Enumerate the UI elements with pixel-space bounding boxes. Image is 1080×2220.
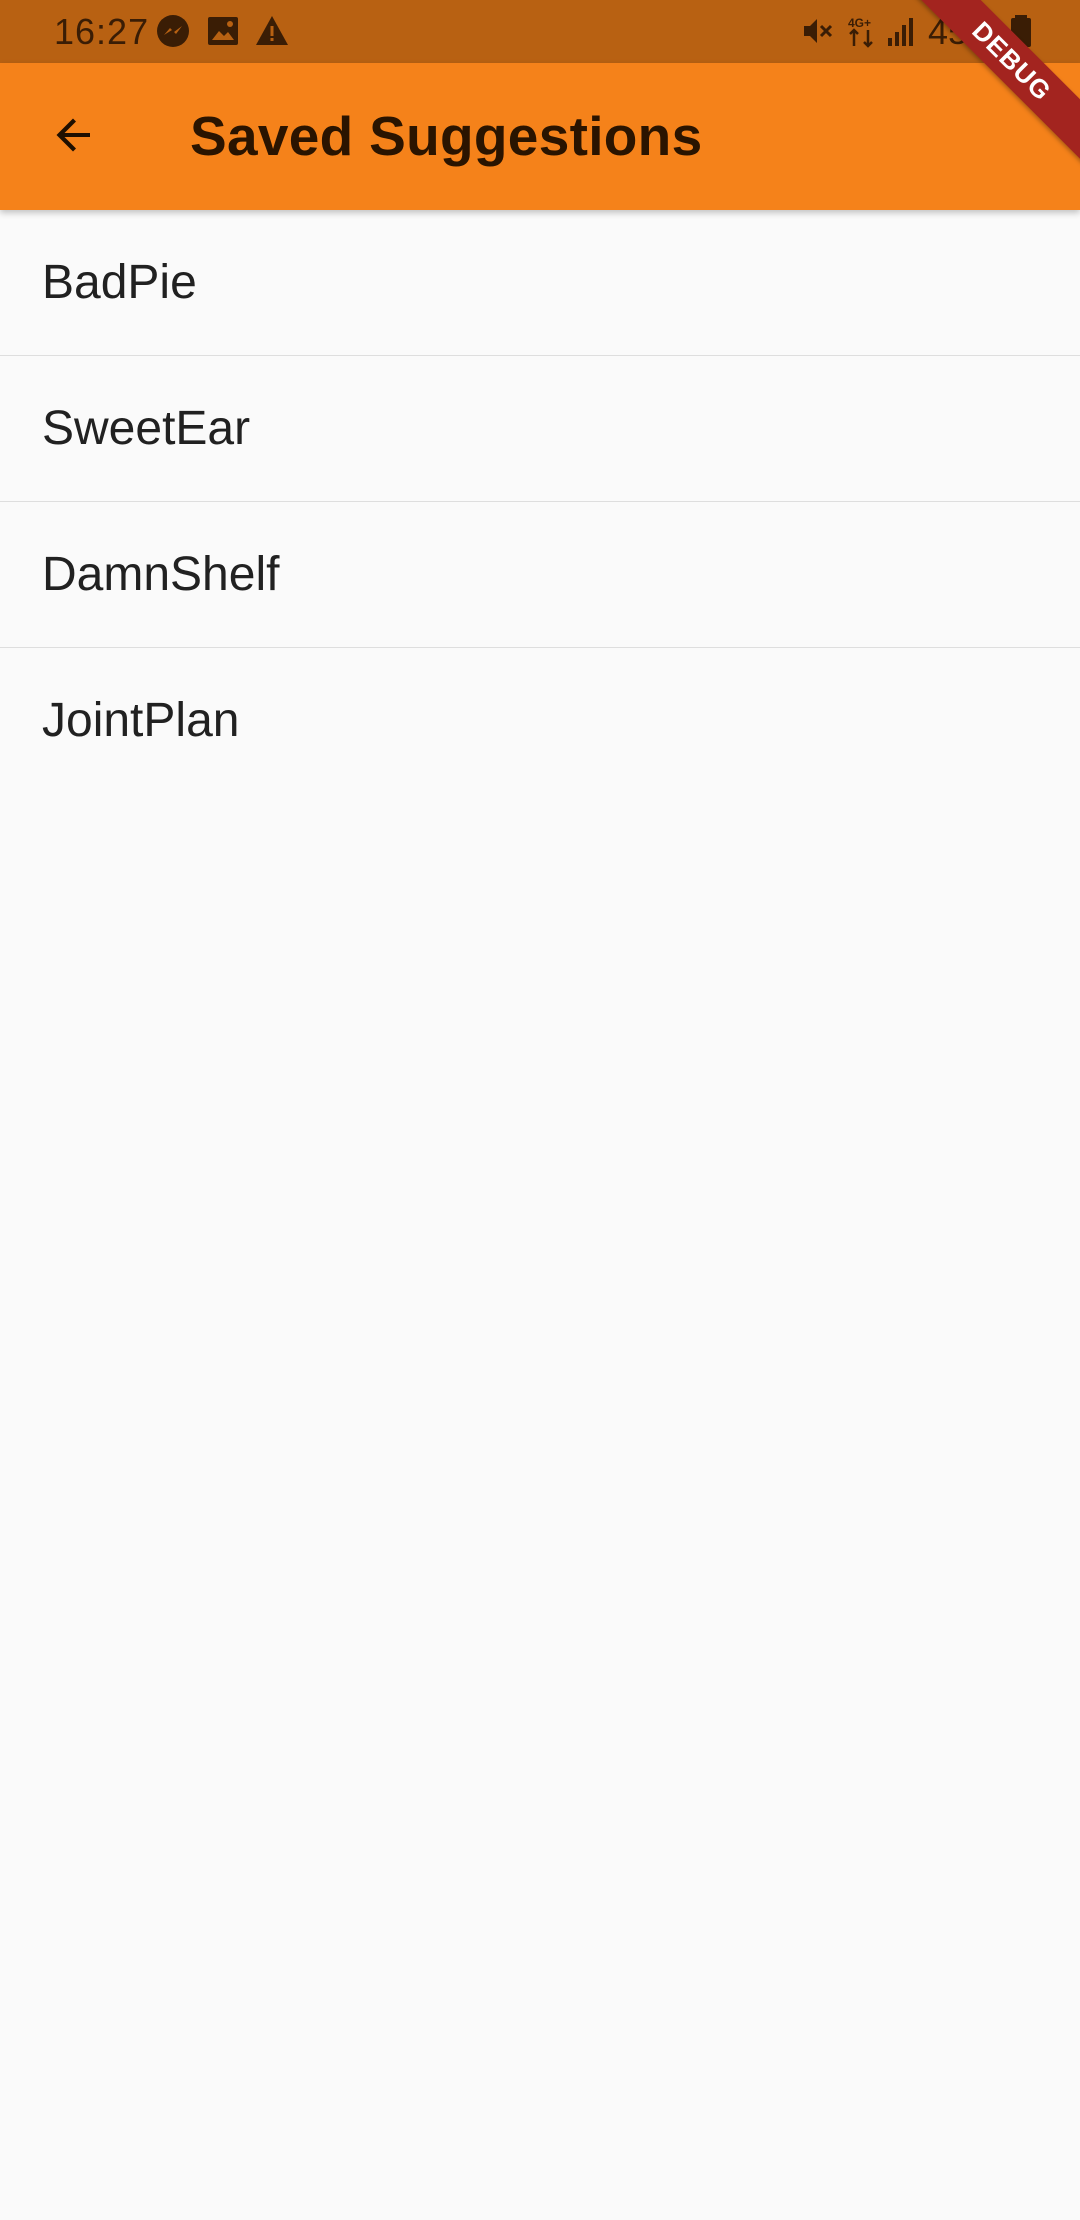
list-item-label: DamnShelf [42, 548, 280, 601]
svg-text:4G+: 4G+ [848, 16, 871, 30]
app-bar: Saved Suggestions [0, 63, 1080, 210]
warning-icon [255, 14, 289, 48]
back-button[interactable] [30, 93, 118, 181]
list-item-label: JointPlan [42, 694, 240, 747]
status-bar: 16:27 4G+ 45% [0, 0, 1080, 63]
app-screen: 16:27 4G+ 45% Saved Suggestions DEBUG Ba… [0, 0, 1080, 2220]
battery-icon [1004, 14, 1038, 48]
arrow-back-icon [50, 111, 98, 164]
list-item[interactable]: DamnShelf [0, 502, 1080, 648]
list-item-label: BadPie [42, 256, 197, 309]
list-item[interactable]: BadPie [0, 210, 1080, 356]
mute-icon [800, 14, 834, 48]
messenger-icon [156, 14, 190, 48]
signal-icon [885, 14, 919, 48]
list-item[interactable]: JointPlan [0, 648, 1080, 794]
battery-percent: 45% [928, 11, 1001, 52]
data-arrows-icon: 4G+ [845, 14, 879, 48]
saved-suggestions-list: BadPie SweetEar DamnShelf JointPlan [0, 210, 1080, 794]
list-item[interactable]: SweetEar [0, 356, 1080, 502]
page-title: Saved Suggestions [190, 105, 703, 167]
list-item-label: SweetEar [42, 402, 251, 455]
gallery-icon [206, 14, 240, 48]
status-time: 16:27 [54, 11, 150, 52]
